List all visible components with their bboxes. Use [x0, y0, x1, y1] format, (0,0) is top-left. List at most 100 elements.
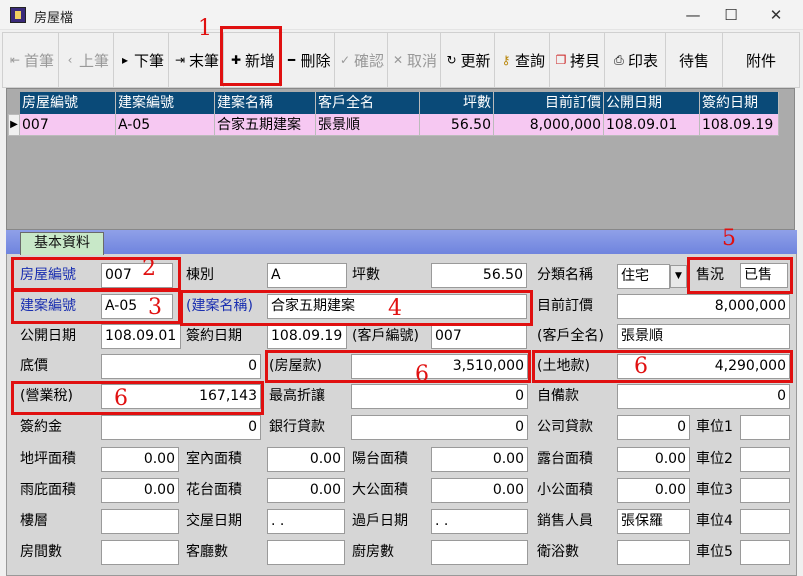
balcony-area-field[interactable]: 0.00 — [431, 447, 528, 472]
grid-header[interactable]: 建案名稱 — [215, 92, 316, 114]
deposit-field[interactable]: 0 — [101, 415, 261, 440]
indoor-area-label: 室內面積 — [186, 451, 242, 467]
x-icon: ✕ — [392, 53, 404, 67]
table-cell[interactable]: 007 — [20, 114, 116, 136]
grid-header[interactable]: 目前訂價 — [494, 92, 604, 114]
sales-person-field[interactable]: 張保羅 — [617, 509, 690, 534]
table-cell[interactable]: 8,000,000 — [494, 114, 604, 136]
annotation-number: 6 — [114, 386, 128, 411]
refresh-icon: ↻ — [446, 53, 457, 67]
public-large-field[interactable]: 0.00 — [431, 478, 528, 503]
floor-field[interactable] — [101, 509, 179, 534]
table-cell[interactable]: 56.50 — [420, 114, 494, 136]
public-large-label: 大公面積 — [352, 482, 408, 498]
query-button[interactable]: ⚷ 查詢 — [494, 32, 550, 88]
ping-label: 坪數 — [352, 267, 380, 283]
building-label: 棟別 — [186, 267, 214, 283]
company-loan-field[interactable]: 0 — [617, 415, 690, 440]
minimize-button[interactable]: — — [682, 4, 704, 26]
publish-date-label: 公開日期 — [20, 328, 76, 344]
self-fund-field[interactable]: 0 — [617, 384, 790, 409]
table-cell[interactable]: A-05 — [116, 114, 215, 136]
tab-strip — [6, 230, 797, 254]
building-field[interactable]: A — [267, 263, 347, 288]
land-area-field[interactable]: 0.00 — [101, 447, 179, 472]
category-select[interactable]: 住宅 — [617, 264, 670, 289]
transfer-date-field[interactable]: . . — [431, 509, 528, 534]
check-icon: ✓ — [339, 53, 351, 67]
annotation-box-land-payment — [532, 350, 793, 383]
grid-header[interactable]: 坪數 — [420, 92, 494, 114]
parking4-label: 車位4 — [696, 513, 733, 529]
grid-header[interactable]: 簽約日期 — [700, 92, 779, 114]
maximize-button[interactable]: ☐ — [720, 4, 742, 26]
parking2-field[interactable] — [740, 447, 790, 472]
handover-date-field[interactable]: . . — [267, 509, 345, 534]
kitchens-label: 廚房數 — [352, 544, 394, 560]
parking1-field[interactable] — [740, 415, 790, 440]
max-discount-field[interactable]: 0 — [351, 384, 528, 409]
app-icon — [10, 7, 26, 23]
cancel-button[interactable]: ✕ 取消 — [387, 32, 441, 88]
living-rooms-field[interactable] — [267, 540, 345, 565]
base-price-field[interactable]: 0 — [101, 354, 261, 379]
ping-field[interactable]: 56.50 — [431, 263, 527, 288]
customer-no-field[interactable]: 007 — [431, 324, 527, 349]
first-icon: ⇤ — [9, 53, 21, 67]
current-price-field[interactable]: 8,000,000 — [617, 294, 790, 319]
annotation-box-add — [220, 26, 282, 86]
prev-record-button[interactable]: ‹ 上筆 — [58, 32, 114, 88]
parking5-field[interactable] — [740, 540, 790, 565]
indoor-area-field[interactable]: 0.00 — [267, 447, 345, 472]
customer-name-field[interactable]: 張景順 — [617, 324, 790, 349]
sign-date-field[interactable]: 108.09.19 — [267, 324, 347, 349]
parking4-field[interactable] — [740, 509, 790, 534]
customer-name-label: (客戶全名) — [537, 328, 604, 344]
table-cell[interactable]: 合家五期建案 — [215, 114, 316, 136]
pending-sale-button[interactable]: 待售 — [665, 32, 723, 88]
public-small-field[interactable]: 0.00 — [617, 478, 690, 503]
flower-area-field[interactable]: 0.00 — [267, 478, 345, 503]
refresh-button[interactable]: ↻ 更新 — [440, 32, 495, 88]
table-cell[interactable]: 張景順 — [316, 114, 420, 136]
bathrooms-field[interactable] — [617, 540, 690, 565]
balcony-area-label: 陽台面積 — [352, 451, 408, 467]
grid-header[interactable]: 客戶全名 — [316, 92, 420, 114]
table-cell[interactable]: 108.09.01 — [604, 114, 700, 136]
last-record-button[interactable]: ⇥ 末筆 — [168, 32, 224, 88]
company-loan-label: 公司貸款 — [537, 419, 593, 435]
parking3-field[interactable] — [740, 478, 790, 503]
annotation-box-sale-status — [687, 257, 793, 294]
attachment-button[interactable]: 附件 — [722, 32, 800, 88]
bank-loan-field[interactable]: 0 — [351, 415, 528, 440]
sales-person-label: 銷售人員 — [537, 513, 593, 529]
copy-icon: ❐ — [555, 53, 567, 67]
terrace-area-field[interactable]: 0.00 — [617, 447, 690, 472]
printer-icon: ⎙ — [614, 52, 624, 67]
grid-header[interactable]: 建案編號 — [116, 92, 215, 114]
eave-area-field[interactable]: 0.00 — [101, 478, 179, 503]
next-record-button[interactable]: ▸ 下筆 — [113, 32, 169, 88]
handover-date-label: 交屋日期 — [186, 513, 242, 529]
grid-header[interactable]: 房屋編號 — [20, 92, 116, 114]
tab-basic-info[interactable]: 基本資料 — [20, 232, 104, 255]
current-price-label: 目前訂價 — [537, 298, 593, 314]
living-rooms-label: 客廳數 — [186, 544, 228, 560]
confirm-button[interactable]: ✓ 確認 — [334, 32, 388, 88]
category-label: 分類名稱 — [537, 267, 593, 283]
kitchens-field[interactable] — [431, 540, 528, 565]
delete-button[interactable]: ━ 刪除 — [280, 32, 335, 88]
copy-button[interactable]: ❐ 拷貝 — [549, 32, 605, 88]
table-cell[interactable]: 108.09.19 — [700, 114, 779, 136]
rooms-field[interactable] — [101, 540, 179, 565]
next-icon: ▸ — [121, 53, 128, 67]
close-button[interactable]: ✕ — [765, 4, 787, 26]
grid-header[interactable]: 公開日期 — [604, 92, 700, 114]
print-button[interactable]: ⎙ 印表 — [604, 32, 666, 88]
chevron-down-icon[interactable]: ▼ — [670, 265, 687, 288]
bathrooms-label: 衛浴數 — [537, 544, 579, 560]
eave-area-label: 雨庇面積 — [20, 482, 76, 498]
first-record-button[interactable]: ⇤ 首筆 — [2, 32, 60, 88]
max-discount-label: 最高折讓 — [269, 388, 325, 404]
publish-date-field[interactable]: 108.09.01 — [101, 324, 181, 349]
